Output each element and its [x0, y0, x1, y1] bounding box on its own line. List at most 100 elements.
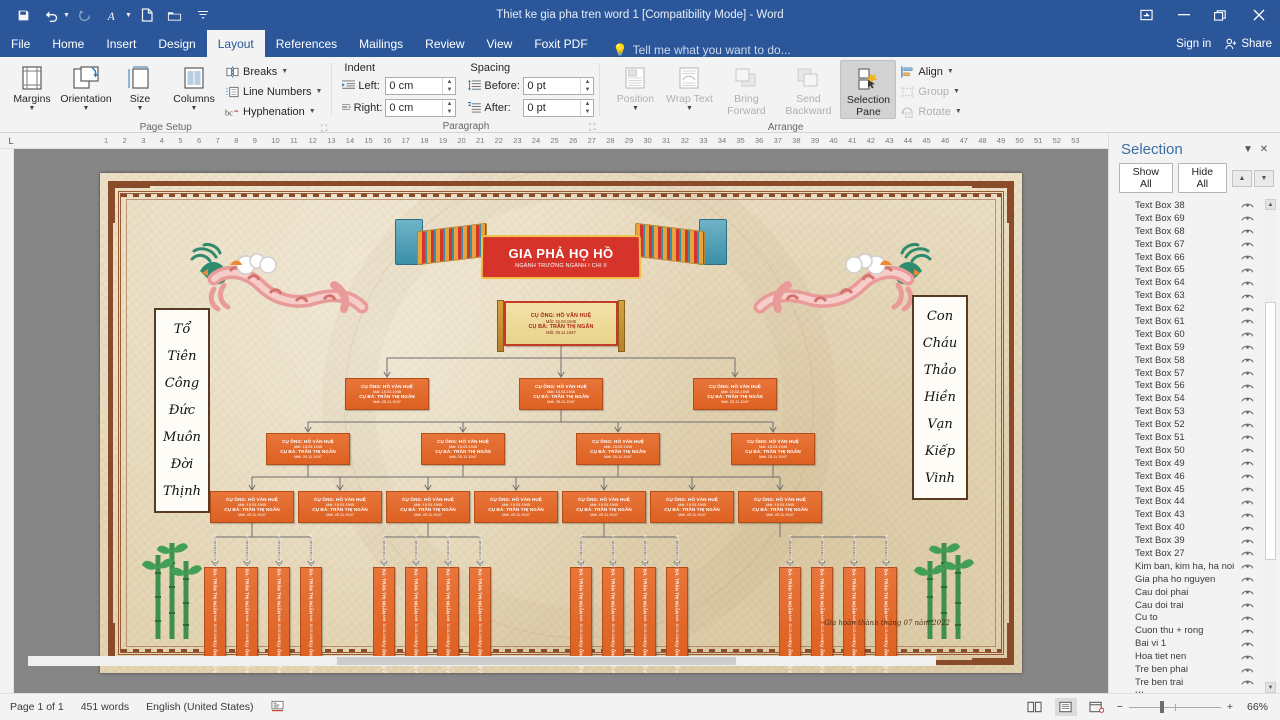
visibility-eye-icon[interactable]	[1240, 252, 1254, 262]
wrap-text-button[interactable]: Wrap Text ▼	[662, 60, 716, 113]
visibility-eye-icon[interactable]	[1240, 342, 1254, 352]
undo-dropdown-icon[interactable]: ▼	[63, 12, 70, 19]
visibility-eye-icon[interactable]	[1240, 665, 1254, 675]
family-tree-node[interactable]: CỤ ÔNG: HỒ VĂN HUỆMất: 15.03.1945CỤ BÀ: …	[811, 535, 833, 673]
selection-pane-item[interactable]: Text Box 67	[1113, 238, 1280, 251]
family-tree-node[interactable]: CỤ ÔNG: HỒ VĂN HUỆMất: 15.03.1945CỤ BÀ: …	[437, 535, 459, 673]
pane-close-icon[interactable]: ✕	[1256, 142, 1272, 158]
family-tree-node[interactable]: CỤ ÔNG: HỒ VĂN HUỆMất: 15.03.1945CỤ BÀ: …	[731, 433, 815, 465]
chevron-down-icon[interactable]: ▼	[955, 108, 962, 115]
selection-pane-item[interactable]: Text Box 60	[1113, 328, 1280, 341]
visibility-eye-icon[interactable]	[1240, 613, 1254, 623]
family-tree-node[interactable]: CỤ ÔNG: HỒ VĂN HUỆMất: 15.03.1945CỤ BÀ: …	[386, 491, 470, 523]
visibility-eye-icon[interactable]	[1240, 213, 1254, 223]
pane-options-chevron-icon[interactable]: ▼	[1240, 142, 1256, 158]
read-mode-icon[interactable]	[1024, 698, 1046, 716]
family-tree-node[interactable]: CỤ ÔNG: HỒ VĂN HUỆMất: 15.03.1945CỤ BÀ: …	[236, 535, 258, 673]
spin-down-icon[interactable]: ▼	[581, 86, 593, 94]
visibility-eye-icon[interactable]	[1240, 652, 1254, 662]
spacing-before-input[interactable]	[524, 77, 581, 94]
family-tree-node[interactable]: CỤ ÔNG: HỒ VĂN HUỆMất: 15.03.1945CỤ BÀ: …	[345, 378, 429, 410]
selection-pane-item[interactable]: Text Box 64	[1113, 276, 1280, 289]
visibility-eye-icon[interactable]	[1240, 497, 1254, 507]
family-tree-node[interactable]: CỤ ÔNG: HỒ VĂN HUỆMất: 15.03.1945CỤ BÀ: …	[268, 535, 290, 673]
visibility-eye-icon[interactable]	[1240, 278, 1254, 288]
visibility-eye-icon[interactable]	[1240, 458, 1254, 468]
indent-right-spinner[interactable]: ▲▼	[385, 98, 457, 117]
print-layout-icon[interactable]	[1054, 698, 1077, 716]
selection-pane-item[interactable]: Text Box 52	[1113, 418, 1280, 431]
visibility-eye-icon[interactable]	[1240, 407, 1254, 417]
visibility-eye-icon[interactable]	[1240, 316, 1254, 326]
visibility-eye-icon[interactable]	[1240, 200, 1254, 210]
rotate-button[interactable]: Rotate ▼	[896, 102, 965, 121]
family-tree-node[interactable]: CỤ ÔNG: HỒ VĂN HUỆMất: 15.03.1945CỤ BÀ: …	[602, 535, 624, 673]
family-tree-node[interactable]: CỤ ÔNG: HỒ VĂN HUỆMất: 15.03.1945CỤ BÀ: …	[779, 535, 801, 673]
chevron-down-icon[interactable]: ▼	[191, 105, 198, 113]
spin-down-icon[interactable]: ▼	[443, 86, 455, 94]
family-tree-node[interactable]: CỤ ÔNG: HỒ VĂN HUỆMất: 15.03.1945CỤ BÀ: …	[210, 491, 294, 523]
indent-left-input[interactable]	[386, 77, 443, 94]
visibility-eye-icon[interactable]	[1240, 291, 1254, 301]
close-button[interactable]	[1238, 0, 1280, 30]
tab-insert[interactable]: Insert	[95, 30, 147, 57]
vertical-ruler[interactable]	[0, 149, 14, 693]
visibility-eye-icon[interactable]	[1240, 265, 1254, 275]
family-tree-node[interactable]: CỤ ÔNG: HỒ VĂN HUỆMất: 15.03.1945CỤ BÀ: …	[570, 535, 592, 673]
tab-stop-selector[interactable]: L	[0, 133, 22, 148]
visibility-eye-icon[interactable]	[1240, 587, 1254, 597]
size-button[interactable]: Size ▼	[113, 60, 167, 113]
selection-pane-item[interactable]: Text Box 51	[1113, 431, 1280, 444]
spin-up-icon[interactable]: ▲	[443, 78, 455, 86]
customize-quick-access-icon[interactable]	[190, 4, 216, 26]
columns-button[interactable]: Columns ▼	[167, 60, 221, 113]
undo-icon[interactable]	[38, 4, 64, 26]
font-icon[interactable]: A	[100, 4, 126, 26]
indent-left-arrows[interactable]: ▲ ▼	[442, 77, 455, 94]
horizontal-ruler[interactable]: L 1 2 3 4 5 6 7 8 9 10 11 12 13 14 15 16 17 18 19 20 21 22 23 2…	[0, 133, 1108, 149]
visibility-eye-icon[interactable]	[1240, 226, 1254, 236]
selection-scroll-thumb[interactable]	[1265, 302, 1276, 560]
selection-pane-item[interactable]: Text Box 49	[1113, 457, 1280, 470]
horizontal-scroll-thumb[interactable]	[336, 657, 737, 665]
family-tree-node[interactable]: CỤ ÔNG: HỒ VĂN HUỆMất: 15.03.1945CỤ BÀ: …	[634, 535, 656, 673]
visibility-eye-icon[interactable]	[1240, 445, 1254, 455]
spin-down-icon[interactable]: ▼	[581, 108, 593, 116]
selection-pane-item[interactable]: Cau doi trai	[1113, 599, 1280, 612]
family-tree-node[interactable]: CỤ ÔNG: HỒ VĂN HUỆMất: 15.03.1945CỤ BÀ: …	[562, 491, 646, 523]
visibility-eye-icon[interactable]	[1240, 420, 1254, 430]
indent-left-spinner[interactable]: ▲▼	[385, 76, 457, 95]
spacing-before-spinner[interactable]: ▲▼	[523, 76, 595, 95]
tell-me-search[interactable]: 💡 Tell me what you want to do...	[599, 43, 791, 57]
reorder-up-button[interactable]: ▲	[1232, 169, 1252, 187]
group-button[interactable]: Group ▼	[896, 82, 965, 101]
selection-pane-item[interactable]: Text Box 69	[1113, 212, 1280, 225]
indent-right-input[interactable]	[386, 99, 443, 116]
show-all-button[interactable]: Show All	[1119, 163, 1173, 193]
selection-pane-item[interactable]: Text Box 66	[1113, 251, 1280, 264]
tab-design[interactable]: Design	[147, 30, 206, 57]
spacing-after-input[interactable]	[524, 99, 581, 116]
tab-layout[interactable]: Layout	[206, 30, 265, 57]
visibility-eye-icon[interactable]	[1240, 536, 1254, 546]
family-tree-node[interactable]: CỤ ÔNG: HỒ VĂN HUỆMất: 15.03.1945CỤ BÀ: …	[469, 535, 491, 673]
tab-references[interactable]: References	[265, 30, 348, 57]
selection-pane-list[interactable]: ▲ ▼ Text Box 38 Text Box 69 Text Box 68 Tex…	[1109, 199, 1280, 693]
chevron-down-icon[interactable]: ▼	[632, 105, 639, 113]
selection-pane-item[interactable]: Bai vi 1	[1113, 637, 1280, 650]
chevron-down-icon[interactable]: ▼	[686, 105, 693, 113]
visibility-eye-icon[interactable]	[1240, 355, 1254, 365]
share-button[interactable]: Share	[1225, 38, 1272, 50]
family-tree-node[interactable]: CỤ ÔNG: HỒ VĂN HUỆMất: 15.03.1945CỤ BÀ: …	[373, 535, 395, 673]
zoom-in-button[interactable]: +	[1227, 701, 1233, 713]
new-document-icon[interactable]	[134, 4, 160, 26]
scroll-up-icon[interactable]: ▲	[1265, 199, 1276, 210]
spin-down-icon[interactable]: ▼	[443, 108, 455, 116]
selection-pane-item[interactable]: Tre ben phai	[1113, 663, 1280, 676]
selection-pane-item[interactable]: Text Box 44	[1113, 495, 1280, 508]
family-tree-node[interactable]: CỤ ÔNG: HỒ VĂN HUỆMất: 15.03.1945CỤ BÀ: …	[738, 491, 822, 523]
scroll-down-icon[interactable]: ▼	[1265, 682, 1276, 693]
proofing-errors-icon[interactable]	[271, 700, 284, 715]
zoom-slider[interactable]: − +	[1117, 701, 1233, 713]
family-tree-node[interactable]: CỤ ÔNG: HỒ VĂN HUỆMất: 15.03.1945CỤ BÀ: …	[666, 535, 688, 673]
